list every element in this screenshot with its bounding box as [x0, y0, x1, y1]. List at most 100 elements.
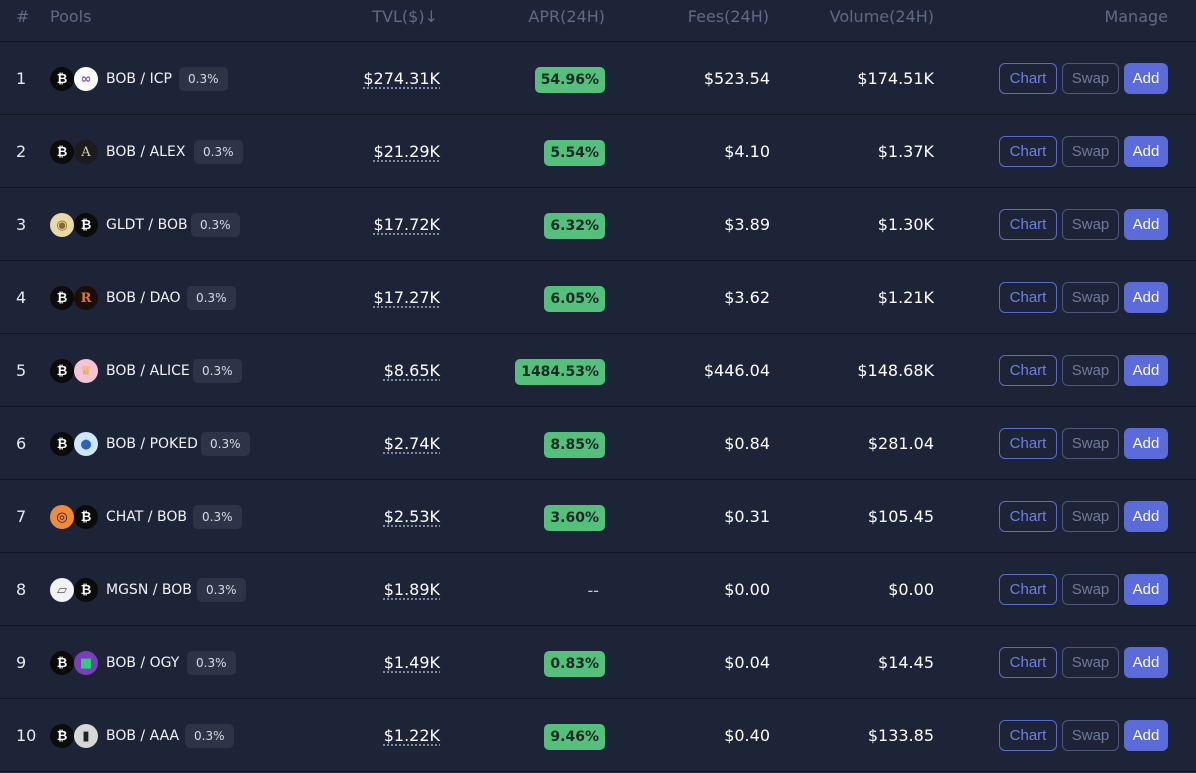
volume-value: $133.85	[867, 726, 934, 745]
add-button[interactable]: Add	[1124, 209, 1168, 240]
tvl-value[interactable]: $1.22K	[384, 726, 440, 745]
add-button[interactable]: Add	[1124, 647, 1168, 678]
pair-name[interactable]: BOB / ICP	[106, 71, 172, 87]
add-button[interactable]: Add	[1124, 282, 1168, 313]
table-row[interactable]: 3 ◉ ₿ GLDT / BOB 0.3% $17.72K 6.32% $3.89 $1.30K…	[0, 188, 1196, 261]
pair-icons: ₿ A	[50, 140, 100, 164]
apr-badge: 9.46%	[544, 724, 605, 750]
tvl-value[interactable]: $17.72K	[374, 215, 440, 234]
chart-button[interactable]: Chart	[999, 63, 1057, 94]
add-button[interactable]: Add	[1124, 63, 1168, 94]
pair-name[interactable]: BOB / POKED	[106, 436, 198, 452]
swap-button[interactable]: Swap	[1062, 282, 1119, 313]
swap-button[interactable]: Swap	[1062, 501, 1119, 532]
swap-button[interactable]: Swap	[1062, 720, 1119, 751]
tvl-value[interactable]: $17.27K	[374, 288, 440, 307]
pair-icons: ₿ ▮	[50, 724, 100, 748]
tvl-value[interactable]: $8.65K	[384, 361, 440, 380]
fees-value: $3.62	[724, 288, 770, 307]
bob-token-icon: ₿	[50, 140, 74, 164]
chart-button[interactable]: Chart	[999, 209, 1057, 240]
bob-token-icon: ₿	[50, 359, 74, 383]
chart-button[interactable]: Chart	[999, 355, 1057, 386]
swap-button[interactable]: Swap	[1062, 647, 1119, 678]
chart-button[interactable]: Chart	[999, 720, 1057, 751]
swap-button[interactable]: Swap	[1062, 136, 1119, 167]
pair-icons: ₿ ♛	[50, 359, 100, 383]
header-tvl: TVL($)	[372, 7, 425, 26]
fees-value: $4.10	[724, 142, 770, 161]
chart-button[interactable]: Chart	[999, 574, 1057, 605]
header-manage: Manage	[1104, 7, 1168, 26]
header-pools: Pools	[50, 7, 92, 26]
swap-button[interactable]: Swap	[1062, 209, 1119, 240]
header-tvl-sort[interactable]: TVL($)↓	[372, 7, 438, 26]
tvl-value[interactable]: $1.89K	[384, 580, 440, 599]
fee-tier-badge: 0.3%	[194, 140, 243, 164]
pair-name[interactable]: CHAT / BOB	[106, 509, 187, 525]
add-button[interactable]: Add	[1124, 136, 1168, 167]
pair-icons: ₿ R	[50, 286, 100, 310]
bob-token-icon: ₿	[74, 213, 98, 237]
volume-value: $174.51K	[857, 69, 934, 88]
tvl-value[interactable]: $2.53K	[384, 507, 440, 526]
tvl-value[interactable]: $274.31K	[363, 69, 440, 88]
swap-button[interactable]: Swap	[1062, 63, 1119, 94]
pair-name[interactable]: BOB / DAO	[106, 290, 180, 306]
chart-button[interactable]: Chart	[999, 647, 1057, 678]
pair-name[interactable]: GLDT / BOB	[106, 217, 188, 233]
swap-button[interactable]: Swap	[1062, 574, 1119, 605]
table-row[interactable]: 9 ₿ ■ BOB / OGY 0.3% $1.49K 0.83% $0.04 $14.45 Ch…	[0, 626, 1196, 699]
table-row[interactable]: 6 ₿ ● BOB / POKED 0.3% $2.74K 8.85% $0.84 $281.0…	[0, 407, 1196, 480]
fee-tier-badge: 0.3%	[185, 724, 234, 748]
apr-badge: 6.32%	[544, 213, 605, 239]
pair-name[interactable]: BOB / OGY	[106, 655, 179, 671]
swap-button[interactable]: Swap	[1062, 428, 1119, 459]
tvl-value[interactable]: $1.49K	[384, 653, 440, 672]
add-button[interactable]: Add	[1124, 428, 1168, 459]
pair-name[interactable]: BOB / ALICE	[106, 363, 190, 379]
volume-value: $105.45	[867, 507, 934, 526]
bob-token-icon: ₿	[50, 651, 74, 675]
volume-value: $1.21K	[877, 288, 934, 307]
table-row[interactable]: 1 ₿ ∞ BOB / ICP 0.3% $274.31K 54.96% $523.54 $17…	[0, 42, 1196, 115]
table-row[interactable]: 7 ◎ ₿ CHAT / BOB 0.3% $2.53K 3.60% $0.31 $105.45…	[0, 480, 1196, 553]
aaa-token-icon: ▮	[74, 724, 98, 748]
table-row[interactable]: 5 ₿ ♛ BOB / ALICE 0.3% $8.65K 1484.53% $446.04 $…	[0, 334, 1196, 407]
fees-value: $0.00	[724, 580, 770, 599]
header-volume[interactable]: Volume(24H)	[830, 7, 934, 26]
header-fees[interactable]: Fees(24H)	[688, 7, 769, 26]
swap-button[interactable]: Swap	[1062, 355, 1119, 386]
bob-token-icon: ₿	[50, 67, 74, 91]
chat-token-icon: ◎	[50, 505, 74, 529]
add-button[interactable]: Add	[1124, 501, 1168, 532]
tvl-value[interactable]: $21.29K	[374, 142, 440, 161]
add-button[interactable]: Add	[1124, 355, 1168, 386]
apr-badge: 0.83%	[544, 651, 605, 677]
add-button[interactable]: Add	[1124, 574, 1168, 605]
chart-button[interactable]: Chart	[999, 501, 1057, 532]
pair-icons: ◎ ₿	[50, 505, 100, 529]
chart-button[interactable]: Chart	[999, 136, 1057, 167]
fee-tier-badge: 0.3%	[191, 213, 240, 237]
table-row[interactable]: 4 ₿ R BOB / DAO 0.3% $17.27K 6.05% $3.62 $1.21K C…	[0, 261, 1196, 334]
chart-button[interactable]: Chart	[999, 428, 1057, 459]
chart-button[interactable]: Chart	[999, 282, 1057, 313]
pair-name[interactable]: BOB / ALEX	[106, 144, 185, 160]
fees-value: $446.04	[703, 361, 770, 380]
pair-name[interactable]: BOB / AAA	[106, 728, 179, 744]
volume-value: $148.68K	[857, 361, 934, 380]
fee-tier-badge: 0.3%	[179, 67, 228, 91]
add-button[interactable]: Add	[1124, 720, 1168, 751]
table-header: # Pools TVL($)↓ APR(24H) Fees(24H) Volum…	[0, 0, 1196, 42]
pair-name[interactable]: MGSN / BOB	[106, 582, 192, 598]
mgsn-token-icon: ▱	[50, 578, 74, 602]
table-row[interactable]: 10 ₿ ▮ BOB / AAA 0.3% $1.22K 9.46% $0.40 $133.85…	[0, 699, 1196, 772]
header-apr[interactable]: APR(24H)	[528, 7, 605, 26]
table-row[interactable]: 2 ₿ A BOB / ALEX 0.3% $21.29K 5.54% $4.10 $1.37K…	[0, 115, 1196, 188]
table-row[interactable]: 8 ▱ ₿ MGSN / BOB 0.3% $1.89K -- $0.00 $0.00 Chart…	[0, 553, 1196, 626]
pair-icons: ₿ ∞	[50, 67, 100, 91]
fee-tier-badge: 0.3%	[201, 432, 250, 456]
tvl-value[interactable]: $2.74K	[384, 434, 440, 453]
row-index: 2	[16, 142, 27, 161]
